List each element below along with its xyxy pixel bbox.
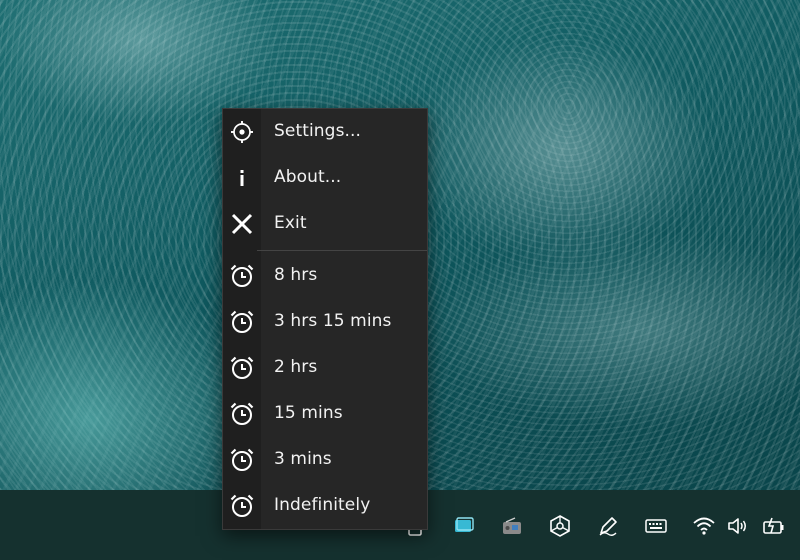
wifi-icon[interactable]	[690, 512, 718, 540]
menu-item-label: Settings...	[274, 121, 362, 141]
alarm-clock-icon	[229, 401, 255, 427]
network-hub-icon[interactable]	[546, 512, 574, 540]
tray-context-menu: Settings... About... Exit 8 hrs 3 hrs 15…	[222, 108, 428, 530]
menu-item-label: About...	[274, 167, 342, 187]
alarm-clock-icon	[229, 355, 255, 381]
menu-item-indefinitely[interactable]: Indefinitely	[223, 483, 427, 529]
menu-item-label: 3 hrs 15 mins	[274, 311, 392, 331]
menu-item-label: Exit	[274, 213, 307, 233]
menu-item-exit[interactable]: Exit	[223, 201, 427, 247]
battery-charging-icon[interactable]	[760, 512, 788, 540]
pen-icon[interactable]	[594, 512, 622, 540]
menu-item-label: 15 mins	[274, 403, 343, 423]
menu-item-15-mins[interactable]: 15 mins	[223, 391, 427, 437]
keyboard-icon[interactable]	[642, 512, 670, 540]
volume-icon[interactable]	[724, 512, 752, 540]
system-tray	[396, 490, 800, 560]
menu-item-label: 3 mins	[274, 449, 332, 469]
tablet-icon[interactable]	[450, 512, 478, 540]
menu-item-label: Indefinitely	[274, 495, 371, 515]
alarm-clock-icon	[229, 263, 255, 289]
menu-item-label: 2 hrs	[274, 357, 318, 377]
alarm-clock-icon	[229, 493, 255, 519]
menu-item-settings[interactable]: Settings...	[223, 109, 427, 155]
alarm-clock-icon	[229, 309, 255, 335]
gear-icon	[229, 119, 255, 145]
menu-item-about[interactable]: About...	[223, 155, 427, 201]
menu-separator	[257, 250, 427, 251]
menu-item-3-hrs-15-mins[interactable]: 3 hrs 15 mins	[223, 299, 427, 345]
menu-item-8-hrs[interactable]: 8 hrs	[223, 253, 427, 299]
close-icon	[229, 211, 255, 237]
info-icon	[229, 165, 255, 191]
menu-item-2-hrs[interactable]: 2 hrs	[223, 345, 427, 391]
alarm-clock-icon	[229, 447, 255, 473]
menu-item-3-mins[interactable]: 3 mins	[223, 437, 427, 483]
radio-icon[interactable]	[498, 512, 526, 540]
menu-item-label: 8 hrs	[274, 265, 318, 285]
